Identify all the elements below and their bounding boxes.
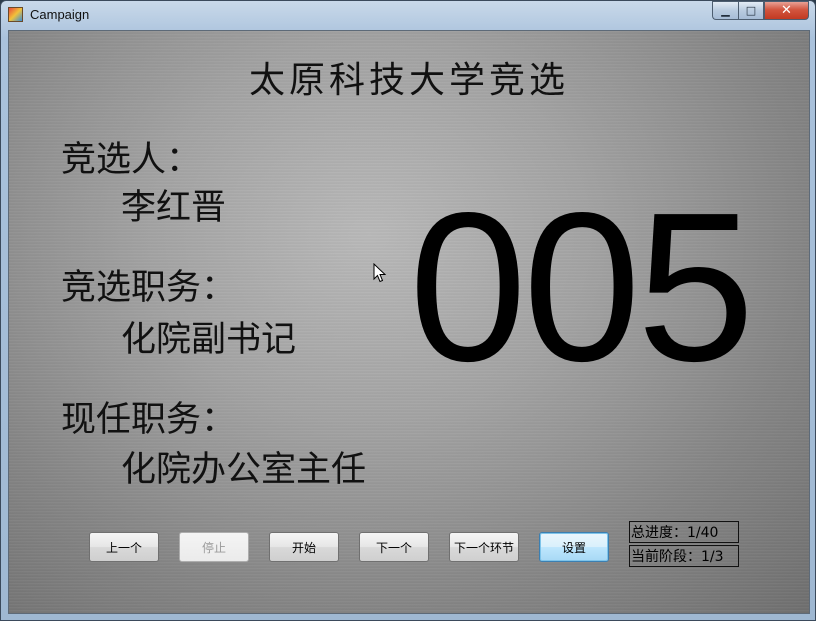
start-button[interactable]: 开始: [269, 532, 339, 562]
app-icon: [8, 7, 23, 22]
candidate-number: 005: [409, 168, 755, 405]
stop-button[interactable]: 停止: [179, 532, 249, 562]
current-stage-status: 当前阶段：1/3: [629, 545, 739, 567]
mouse-cursor-icon: [373, 263, 387, 283]
window-controls: ▁ □ ✕: [712, 1, 809, 21]
candidate-name: 李红晋: [121, 188, 227, 228]
window-title: Campaign: [30, 7, 90, 22]
content-panel: 太原科技大学竞选 竞选人： 李红晋 竞选职务： 化院副书记 现任职务： 化院办公…: [8, 30, 810, 614]
close-button[interactable]: ✕: [764, 1, 809, 20]
page-title: 太原科技大学竞选: [248, 60, 569, 101]
maximize-button[interactable]: □: [738, 1, 764, 20]
candidate-label: 竞选人：: [61, 140, 202, 180]
next-button[interactable]: 下一个: [359, 532, 429, 562]
settings-button[interactable]: 设置: [539, 532, 609, 562]
current-position-label: 现任职务：: [61, 400, 237, 440]
total-progress-status: 总进度：1/40: [629, 521, 739, 543]
app-window: Campaign ▁ □ ✕ 太原科技大学竞选 竞选人： 李红晋 竞选职务： 化…: [0, 0, 816, 621]
campaign-position-label: 竞选职务：: [61, 268, 237, 308]
previous-button[interactable]: 上一个: [89, 532, 159, 562]
campaign-position-value: 化院副书记: [121, 320, 297, 360]
minimize-button[interactable]: ▁: [712, 1, 738, 20]
title-bar[interactable]: Campaign ▁ □ ✕: [1, 1, 815, 29]
next-stage-button[interactable]: 下一个环节: [449, 532, 519, 562]
current-position-value: 化院办公室主任: [121, 450, 367, 490]
